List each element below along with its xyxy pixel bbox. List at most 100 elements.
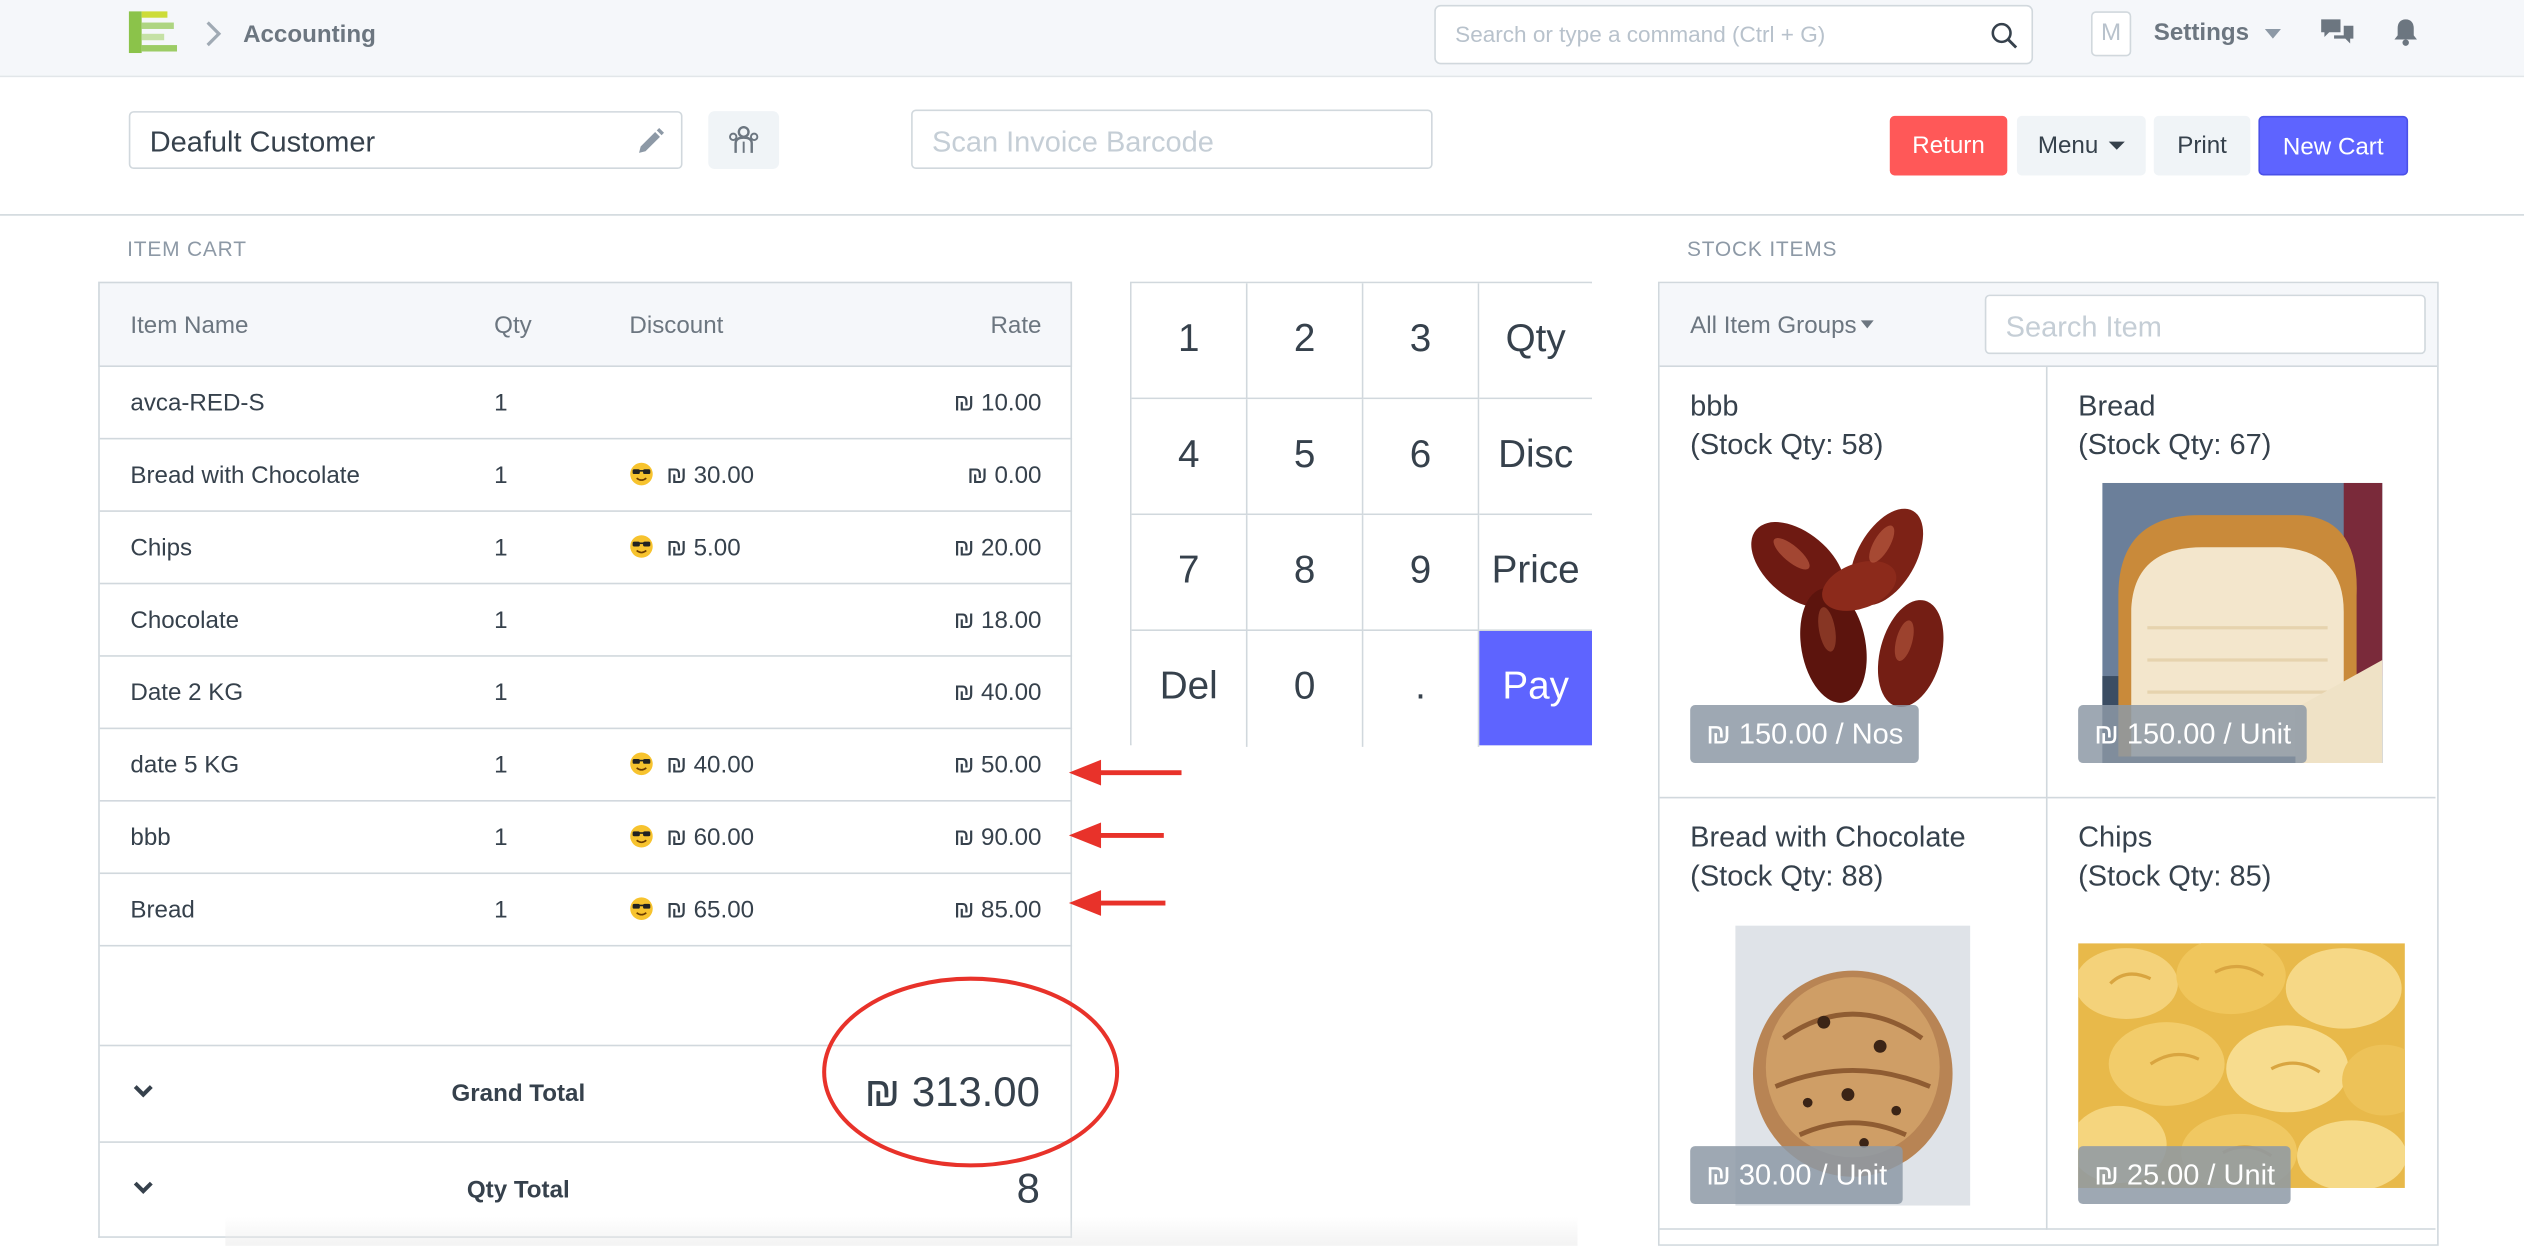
pos-page: Accounting M Settings Deafult Customer	[0, 0, 2524, 1246]
cart-row[interactable]: Chips 1 ₪ 5.00 ₪ 20.00	[99, 512, 1073, 585]
cart-row[interactable]: date 5 KG 1 ₪ 40.00 ₪ 50.00	[99, 729, 1073, 802]
grand-total-label: Grand Total	[451, 1080, 586, 1108]
item-cart-title: ITEM CART	[127, 236, 247, 261]
numpad-key-5[interactable]: 5	[1247, 399, 1364, 516]
cart-header: Item Name Qty Discount Rate	[98, 281, 1073, 368]
cart-item-rate: ₪ 90.00	[953, 824, 1042, 852]
cart-row[interactable]: Bread with Chocolate 1 ₪ 30.00 ₪ 0.00	[99, 439, 1073, 512]
cart-item-rate: ₪ 85.00	[953, 896, 1042, 924]
numpad-key-9[interactable]: 9	[1363, 515, 1480, 632]
grand-total-row[interactable]: Grand Total ₪ 313.00	[99, 1044, 1073, 1142]
cart-item-name: avca-RED-S	[130, 389, 265, 417]
numpad-key-6[interactable]: 6	[1363, 399, 1480, 516]
item-search-field	[1984, 294, 2426, 355]
cart-item-discount-value: ₪ 40.00	[666, 751, 755, 780]
stock-item-card[interactable]: Chips (Stock Qty: 85) ₪ 25.00 / Unit	[2047, 798, 2436, 1230]
notification-bell-icon[interactable]	[2392, 18, 2419, 47]
chat-icon[interactable]	[2320, 18, 2355, 47]
cart-item-qty: 1	[494, 389, 508, 417]
numpad-key-2[interactable]: 2	[1247, 283, 1364, 400]
annotation-arrow	[1068, 890, 1166, 916]
cart-item-name: Chips	[130, 534, 193, 562]
cart-item-discount-value: ₪ 5.00	[666, 534, 741, 562]
cart-item-qty: 1	[494, 606, 508, 635]
cart-item-qty: 1	[494, 896, 508, 924]
numpad-key-3[interactable]: 3	[1363, 283, 1480, 400]
stock-item-name: Bread with Chocolate	[1690, 820, 1966, 854]
stock-header: All Item Groups	[1659, 283, 2438, 368]
cart-row[interactable]: bbb 1 ₪ 60.00 ₪ 90.00	[99, 802, 1073, 875]
numpad-key-del[interactable]: Del	[1131, 631, 1248, 747]
numpad-key-price[interactable]: Price	[1479, 515, 1592, 632]
menu-button[interactable]: Menu	[2016, 115, 2146, 176]
stock-item-card[interactable]: Bread (Stock Qty: 67) ₪ 150.00 / Unit	[2047, 367, 2436, 799]
breadcrumb-accounting[interactable]: Accounting	[243, 21, 376, 48]
sunglasses-emoji-icon	[630, 462, 653, 486]
item-groups-dropdown[interactable]: All Item Groups	[1690, 312, 1875, 340]
cart-item-discount-value: ₪ 60.00	[666, 824, 755, 852]
numpad-key-disc[interactable]: Disc	[1479, 399, 1592, 516]
cart-item-name: date 5 KG	[130, 751, 240, 780]
cart-item-discount: ₪ 60.00	[629, 824, 755, 852]
cart-item-qty: 1	[494, 461, 508, 490]
cart-row[interactable]: avca-RED-S 1 ₪ 10.00	[99, 367, 1073, 440]
stock-item-name: Chips	[2078, 820, 2153, 854]
cart-item-qty: 1	[494, 824, 508, 852]
cart-item-name: bbb	[130, 824, 171, 852]
numpad-key-4[interactable]: 4	[1131, 399, 1248, 516]
awesome-bar	[1434, 4, 2034, 65]
new-cart-button[interactable]: New Cart	[2258, 115, 2409, 176]
numpad-key-qty[interactable]: Qty	[1479, 283, 1592, 400]
cart-item-qty: 1	[494, 679, 508, 707]
numpad-key-7[interactable]: 7	[1131, 515, 1248, 632]
breadcrumb-chevron-icon	[206, 21, 222, 47]
item-search-input[interactable]	[2005, 310, 2409, 345]
cart-item-rate: ₪ 18.00	[953, 606, 1042, 635]
numpad-key-0[interactable]: 0	[1247, 631, 1364, 747]
numpad-key-8[interactable]: 8	[1247, 515, 1364, 632]
bottom-shadow	[225, 1216, 1578, 1246]
menu-caret-icon	[2108, 141, 2125, 150]
app-logo-icon[interactable]	[128, 11, 178, 54]
settings-caret-icon[interactable]	[2264, 28, 2281, 39]
cart-item-discount-value: ₪ 30.00	[666, 461, 755, 490]
numpad-key-dot[interactable]: .	[1363, 631, 1480, 747]
print-button[interactable]: Print	[2153, 115, 2251, 176]
cart-item-discount: ₪ 30.00	[629, 462, 754, 489]
return-button[interactable]: Return	[1889, 115, 2008, 176]
customer-field[interactable]: Deafult Customer	[128, 111, 683, 170]
stock-item-price: ₪ 25.00 / Unit	[2078, 1146, 2292, 1205]
cart-item-qty: 1	[494, 534, 508, 562]
pencil-icon[interactable]	[636, 127, 665, 156]
stock-items: All Item Groups bbb (Stock Qty: 58) ₪ 1	[1657, 281, 2439, 1246]
cart-row[interactable]: Date 2 KG 1 ₪ 40.00	[99, 657, 1073, 730]
invoice-barcode-input[interactable]	[932, 125, 1415, 160]
user-avatar[interactable]: M	[2091, 11, 2132, 57]
annotation-arrow	[1068, 759, 1182, 786]
pos-toolbar: Deafult Customer Return Menu Print New C…	[0, 77, 2524, 216]
stock-item-card[interactable]: bbb (Stock Qty: 58) ₪ 150.00 / Nos	[1659, 367, 2048, 799]
cart-item-discount: ₪ 65.00	[629, 897, 754, 924]
customer-info-button[interactable]	[708, 111, 780, 170]
numpad-key-1[interactable]: 1	[1131, 283, 1248, 400]
stock-item-qty: (Stock Qty: 67)	[2078, 428, 2272, 461]
col-item-name: Item Name	[130, 312, 249, 340]
cart-row[interactable]: Bread 1 ₪ 65.00 ₪ 85.00	[99, 874, 1073, 947]
cart-item-name: Bread with Chocolate	[130, 461, 360, 490]
cart-item-discount-value: ₪ 65.00	[666, 896, 755, 924]
menu-button-label: Menu	[2037, 131, 2099, 160]
cart-row[interactable]: Chocolate 1 ₪ 18.00	[99, 584, 1073, 657]
cart-item-rate: ₪ 50.00	[953, 751, 1042, 780]
qty-total-value: 8	[1016, 1163, 1040, 1213]
search-icon[interactable]	[1990, 21, 2019, 50]
stock-item-card[interactable]: Bread with Chocolate (Stock Qty: 88) ₪ 3…	[1659, 798, 2048, 1230]
awesome-bar-input[interactable]	[1455, 20, 1971, 47]
col-discount: Discount	[629, 312, 724, 340]
col-rate: Rate	[990, 312, 1042, 340]
item-groups-caret-icon	[1861, 320, 1875, 329]
settings-dropdown[interactable]: Settings	[2154, 19, 2249, 46]
customer-value: Deafult Customer	[149, 125, 376, 158]
stock-items-title: STOCK ITEMS	[1686, 236, 1838, 261]
numpad-key-pay[interactable]: Pay	[1479, 631, 1592, 746]
cart-item-rate: ₪ 40.00	[953, 679, 1042, 707]
